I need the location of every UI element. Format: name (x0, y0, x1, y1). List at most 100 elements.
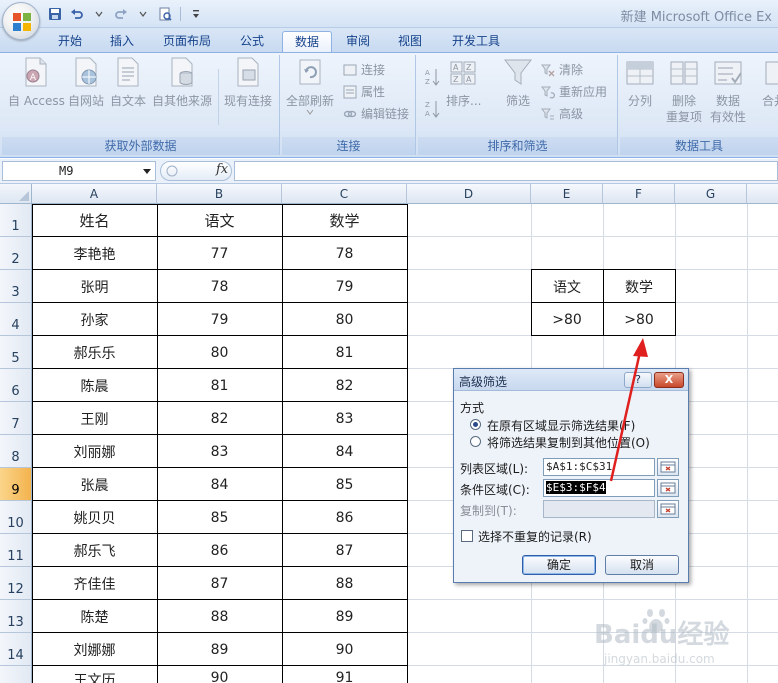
refresh-all-button[interactable]: 全部刷新 (286, 55, 334, 115)
unique-records-label[interactable]: 选择不重复的记录(R) (478, 528, 592, 545)
formula-input[interactable] (234, 161, 778, 181)
clear-filter-button[interactable]: 清除 (540, 61, 583, 78)
table-cell[interactable]: 79 (282, 270, 407, 303)
row-header[interactable]: 11 (0, 534, 32, 567)
from-other-sources-button[interactable]: 自其他来源 (152, 55, 212, 109)
tab-formulas[interactable]: 公式 (228, 31, 276, 52)
row-header[interactable]: 1 (0, 204, 32, 237)
table-cell[interactable]: 89 (282, 600, 407, 633)
chevron-down-icon[interactable] (143, 169, 151, 174)
edit-links-button[interactable]: 编辑链接 (342, 105, 409, 122)
table-cell[interactable]: 王刚 (32, 402, 157, 435)
redo-icon[interactable] (112, 5, 130, 23)
collapse-dialog-icon[interactable] (657, 500, 679, 518)
table-cell[interactable]: 88 (282, 567, 407, 600)
column-header-c[interactable]: C (282, 184, 407, 204)
name-box[interactable]: M9 (2, 161, 156, 181)
table-cell[interactable]: 王文历 (32, 666, 157, 683)
undo-icon[interactable] (68, 5, 86, 23)
table-cell[interactable]: 89 (157, 633, 282, 666)
chevron-down-icon[interactable] (134, 5, 152, 23)
row-header[interactable]: 6 (0, 369, 32, 402)
table-cell[interactable]: 90 (157, 666, 282, 683)
table-cell[interactable]: 86 (157, 534, 282, 567)
criteria-header-cell[interactable]: 数学 (603, 270, 675, 303)
criteria-value-cell[interactable]: >80 (603, 303, 675, 336)
radio-copy-to-location[interactable] (470, 436, 481, 447)
table-cell[interactable]: 陈楚 (32, 600, 157, 633)
from-web-button[interactable]: 自网站 (68, 55, 104, 109)
properties-button[interactable]: 属性 (342, 83, 385, 100)
row-header[interactable]: 4 (0, 303, 32, 336)
table-cell[interactable]: 80 (157, 336, 282, 369)
row-header[interactable]: 13 (0, 600, 32, 633)
table-cell[interactable]: 84 (282, 435, 407, 468)
data-validation-button[interactable]: 数据 有效性 (710, 55, 746, 125)
row-header[interactable]: 2 (0, 237, 32, 270)
radio-filter-in-place[interactable] (470, 419, 481, 430)
from-access-button[interactable]: A 自 Access (8, 55, 65, 109)
customize-toolbar-icon[interactable] (187, 5, 205, 23)
chevron-down-icon[interactable] (90, 5, 108, 23)
help-button[interactable]: ? (624, 372, 652, 388)
dialog-title-bar[interactable]: 高级筛选 ? X (454, 369, 688, 391)
sort-ascending-button[interactable]: AZ (424, 69, 440, 86)
advanced-filter-button[interactable]: 高级 (540, 105, 583, 122)
tab-insert[interactable]: 插入 (98, 31, 146, 52)
table-cell[interactable]: 郝乐飞 (32, 534, 157, 567)
table-cell[interactable]: 88 (157, 600, 282, 633)
cancel-button[interactable]: 取消 (605, 555, 679, 575)
tab-data[interactable]: 数据 (282, 31, 333, 52)
table-cell[interactable]: 91 (282, 666, 407, 683)
table-cell[interactable]: 陈晨 (32, 369, 157, 402)
table-cell[interactable]: 80 (282, 303, 407, 336)
table-cell[interactable]: 82 (282, 369, 407, 402)
tab-home[interactable]: 开始 (46, 31, 94, 52)
list-range-input[interactable]: $A$1:$C$31 (543, 458, 655, 476)
column-header-a[interactable]: A (32, 184, 157, 204)
close-button[interactable]: X (654, 372, 684, 388)
option-filter-in-place-label[interactable]: 在原有区域显示筛选结果(F) (487, 417, 635, 434)
table-cell[interactable]: 86 (282, 501, 407, 534)
print-preview-icon[interactable] (156, 5, 174, 23)
row-header[interactable]: 12 (0, 567, 32, 600)
criteria-range-input[interactable]: $E$3:$F$4 (543, 479, 655, 497)
column-header-f[interactable]: F (603, 184, 675, 204)
table-cell[interactable]: 87 (282, 534, 407, 567)
table-cell[interactable]: 张晨 (32, 468, 157, 501)
existing-connections-button[interactable]: 现有连接 (224, 55, 272, 109)
row-header[interactable] (0, 666, 32, 683)
criteria-value-cell[interactable]: >80 (531, 303, 603, 336)
table-cell[interactable]: 81 (157, 369, 282, 402)
row-header[interactable]: 5 (0, 336, 32, 369)
table-cell[interactable]: 郝乐乐 (32, 336, 157, 369)
table-cell[interactable]: 83 (157, 435, 282, 468)
table-cell[interactable]: 82 (157, 402, 282, 435)
copy-to-input[interactable] (543, 500, 655, 518)
column-header-d[interactable]: D (407, 184, 531, 204)
row-header[interactable]: 7 (0, 402, 32, 435)
table-cell[interactable]: 李艳艳 (32, 237, 157, 270)
office-button[interactable] (2, 2, 40, 40)
table-cell[interactable]: 张明 (32, 270, 157, 303)
from-text-button[interactable]: 自文本 (110, 55, 146, 109)
option-copy-to-location-label[interactable]: 将筛选结果复制到其他位置(O) (487, 434, 650, 451)
consolidate-button[interactable]: 合并 (758, 55, 778, 109)
select-all-corner[interactable] (0, 184, 32, 204)
column-header-b[interactable]: B (157, 184, 282, 204)
row-header[interactable]: 8 (0, 435, 32, 468)
row-header[interactable]: 3 (0, 270, 32, 303)
table-cell[interactable]: 77 (157, 237, 282, 270)
table-cell[interactable]: 孙家 (32, 303, 157, 336)
tab-page-layout[interactable]: 页面布局 (151, 31, 223, 52)
filter-button[interactable]: 筛选 (502, 55, 534, 109)
text-to-columns-button[interactable]: 分列 (624, 55, 656, 109)
unique-records-checkbox[interactable] (461, 530, 473, 542)
save-icon[interactable] (46, 5, 64, 23)
column-header-e[interactable]: E (531, 184, 603, 204)
column-header-g[interactable]: G (675, 184, 747, 204)
table-header-cell[interactable]: 姓名 (32, 204, 157, 237)
table-cell[interactable]: 刘丽娜 (32, 435, 157, 468)
table-cell[interactable]: 85 (157, 501, 282, 534)
table-cell[interactable]: 84 (157, 468, 282, 501)
